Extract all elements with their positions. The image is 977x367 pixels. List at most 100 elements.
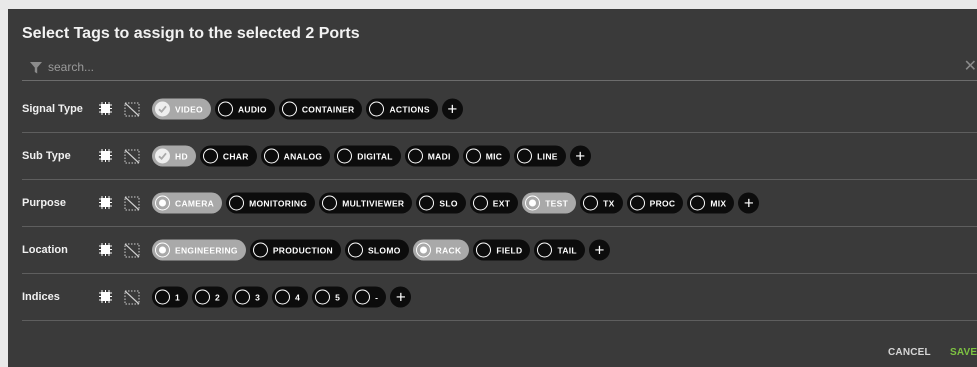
radio-icon — [275, 289, 291, 305]
search-bar: ✕ — [22, 57, 977, 81]
radio-icon — [583, 195, 599, 211]
tag-chip-list: ENGINEERING PRODUCTION SLOMO RACK FIELD … — [152, 239, 610, 261]
radio-icon — [472, 195, 488, 211]
tag-chip-tail[interactable]: TAIL — [534, 239, 585, 261]
select-all-icon[interactable] — [99, 243, 112, 256]
radio-icon — [155, 289, 170, 305]
tag-chip-slomo[interactable]: SLOMO — [344, 239, 409, 261]
group-label: Sub Type — [22, 150, 71, 162]
tag-group-location: Location ENGINEERING PRODUCTION SLOMO RA… — [22, 227, 977, 274]
tag-chip-5[interactable]: 5 — [312, 286, 349, 308]
tag-chip-hd[interactable]: HD — [152, 145, 196, 167]
radio-selected-icon — [155, 195, 170, 211]
tag-group-purpose: Purpose CAMERA MONITORING MULTIVIEWER SL… — [22, 180, 977, 227]
group-label: Signal Type — [22, 103, 83, 115]
tag-chip-slo[interactable]: SLO — [416, 192, 466, 214]
tag-chip-proc[interactable]: PROC — [626, 192, 684, 214]
tag-chip-engineering[interactable]: ENGINEERING — [152, 239, 246, 261]
radio-icon — [235, 289, 251, 305]
tag-chip-multiviewer[interactable]: MULTIVIEWER — [319, 192, 413, 214]
select-all-icon[interactable] — [99, 102, 112, 115]
tag-chip-rack[interactable]: RACK — [412, 239, 470, 261]
tag-assign-dialog: Select Tags to assign to the selected 2 … — [8, 9, 977, 367]
radio-icon — [369, 101, 385, 117]
tag-chip-actions[interactable]: ACTIONS — [366, 98, 438, 120]
tag-group-indices: Indices 1 2 3 4 5 - + — [22, 274, 977, 321]
tag-chip-4[interactable]: 4 — [272, 286, 309, 308]
radio-icon — [229, 195, 245, 211]
tag-group-sub-type: Sub Type HD CHAR ANALOG DIGITAL MADI MIC… — [22, 133, 977, 180]
radio-icon — [407, 148, 423, 164]
tag-chip-3[interactable]: 3 — [232, 286, 269, 308]
radio-icon — [476, 242, 492, 258]
radio-selected-icon — [415, 242, 431, 258]
tag-chip-char[interactable]: CHAR — [199, 145, 257, 167]
tag-chip-mic[interactable]: MIC — [462, 145, 511, 167]
radio-icon — [629, 195, 645, 211]
deselect-all-icon[interactable] — [124, 102, 140, 117]
check-icon — [155, 101, 170, 117]
search-input[interactable] — [48, 58, 928, 76]
radio-icon — [322, 195, 338, 211]
group-label: Indices — [22, 291, 60, 303]
tag-chip-field[interactable]: FIELD — [473, 239, 531, 261]
tag-chip-production[interactable]: PRODUCTION — [249, 239, 341, 261]
tag-chip-2[interactable]: 2 — [192, 286, 229, 308]
tag-chip-line[interactable]: LINE — [514, 145, 566, 167]
select-all-icon[interactable] — [99, 290, 112, 303]
radio-selected-icon — [525, 195, 541, 211]
deselect-all-icon[interactable] — [124, 196, 140, 211]
tag-chip-camera[interactable]: CAMERA — [152, 192, 223, 214]
radio-icon — [252, 242, 268, 258]
radio-icon — [217, 101, 233, 117]
tag-chip-tx[interactable]: TX — [580, 192, 623, 214]
add-tag-button[interactable]: + — [441, 98, 463, 120]
radio-icon — [281, 101, 297, 117]
tag-chip-list: 1 2 3 4 5 - + — [152, 286, 412, 308]
tag-chip-audio[interactable]: AUDIO — [214, 98, 275, 120]
save-button[interactable]: SAVE — [950, 347, 977, 358]
add-tag-button[interactable]: + — [588, 239, 610, 261]
select-all-icon[interactable] — [99, 196, 112, 209]
tag-group-signal-type: Signal Type VIDEO AUDIO CONTAINER ACTION… — [22, 86, 977, 133]
tag-chip-test[interactable]: TEST — [522, 192, 577, 214]
tag-chip-video[interactable]: VIDEO — [152, 98, 211, 120]
add-tag-button[interactable]: + — [738, 192, 760, 214]
radio-selected-icon — [155, 242, 170, 258]
dialog-title: Select Tags to assign to the selected 2 … — [22, 25, 360, 42]
tag-chip-dash[interactable]: - — [352, 286, 387, 308]
radio-icon — [537, 242, 553, 258]
tag-chip-container[interactable]: CONTAINER — [278, 98, 363, 120]
radio-icon — [202, 148, 218, 164]
tag-chip-list: CAMERA MONITORING MULTIVIEWER SLO EXT TE… — [152, 192, 760, 214]
tag-chip-mix[interactable]: MIX — [687, 192, 735, 214]
radio-icon — [195, 289, 211, 305]
tag-chip-digital[interactable]: DIGITAL — [334, 145, 401, 167]
add-tag-button[interactable]: + — [569, 145, 591, 167]
tag-chip-monitoring[interactable]: MONITORING — [226, 192, 316, 214]
clear-search-icon[interactable]: ✕ — [964, 59, 977, 75]
radio-icon — [315, 289, 331, 305]
radio-icon — [347, 242, 363, 258]
tag-chip-analog[interactable]: ANALOG — [260, 145, 331, 167]
radio-icon — [465, 148, 481, 164]
radio-icon — [337, 148, 353, 164]
radio-icon — [263, 148, 279, 164]
tag-chip-ext[interactable]: EXT — [469, 192, 519, 214]
select-all-icon[interactable] — [99, 149, 112, 162]
cancel-button[interactable]: CANCEL — [888, 347, 931, 358]
tag-chip-madi[interactable]: MADI — [404, 145, 459, 167]
deselect-all-icon[interactable] — [124, 243, 140, 258]
radio-icon — [419, 195, 435, 211]
filter-icon — [30, 62, 42, 74]
add-tag-button[interactable]: + — [390, 286, 412, 308]
tag-chip-list: VIDEO AUDIO CONTAINER ACTIONS + — [152, 98, 463, 120]
group-label: Purpose — [22, 197, 67, 209]
tag-chip-1[interactable]: 1 — [152, 286, 189, 308]
radio-icon — [355, 289, 371, 305]
tag-chip-list: HD CHAR ANALOG DIGITAL MADI MIC LINE + — [152, 145, 591, 167]
deselect-all-icon[interactable] — [124, 290, 140, 305]
radio-icon — [690, 195, 706, 211]
radio-icon — [517, 148, 533, 164]
deselect-all-icon[interactable] — [124, 149, 140, 164]
